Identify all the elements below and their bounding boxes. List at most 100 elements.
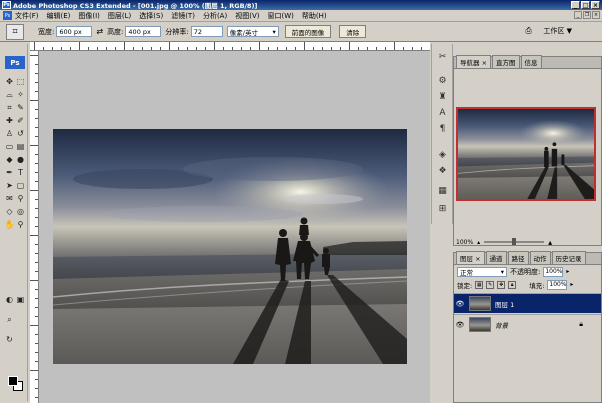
blend-mode-select[interactable]: 正常 ▾: [457, 266, 507, 277]
resolution-unit-select[interactable]: 像素/英寸 ▾: [226, 26, 279, 37]
zoom-slider[interactable]: [484, 238, 545, 245]
zoom-slider-knob[interactable]: [512, 238, 517, 245]
tab-layers[interactable]: 图层 ×: [456, 251, 485, 264]
menu-filter[interactable]: 滤镜(T): [171, 11, 195, 21]
magic-wand-icon[interactable]: ✧: [15, 89, 26, 100]
blur-tool-icon[interactable]: ◆: [4, 154, 15, 165]
info-icon[interactable]: ⊞: [436, 202, 449, 215]
zoom-out-icon[interactable]: ▴: [477, 239, 480, 246]
eye-icon[interactable]: 👁︎: [454, 321, 466, 329]
menu-layer[interactable]: 图层(L): [108, 11, 131, 21]
menu-analysis[interactable]: 分析(A): [203, 11, 227, 21]
doc-restore-icon[interactable]: ❐: [583, 11, 591, 19]
tab-histogram[interactable]: 直方图: [492, 55, 520, 68]
menu-select[interactable]: 选择(S): [139, 11, 163, 21]
hand-tool-icon[interactable]: ✋: [4, 219, 15, 230]
swap-dimensions-icon[interactable]: ⇄: [96, 27, 103, 36]
workspace-label[interactable]: 工作区 ▼: [543, 26, 572, 36]
tools-preset-icon[interactable]: ✂: [436, 50, 449, 63]
history-brush-icon[interactable]: ↺: [15, 128, 26, 139]
layer-name[interactable]: 图层 1: [495, 299, 601, 309]
tab-actions[interactable]: 动作: [529, 251, 551, 264]
tab-navigator[interactable]: 导航器 ×: [456, 55, 492, 68]
layer-row-layer1[interactable]: 👁︎ 图层 1: [454, 293, 601, 313]
shape-tool-icon[interactable]: ▢: [15, 180, 26, 191]
opacity-input[interactable]: 100%: [543, 266, 564, 277]
height-input[interactable]: 400 px: [125, 26, 162, 37]
marquee-tool-icon[interactable]: ⬚: [15, 76, 26, 87]
foreground-color-swatch[interactable]: [8, 376, 18, 386]
clone-source-icon[interactable]: ♜: [436, 90, 449, 103]
zoom-tool-icon[interactable]: ⚲: [15, 219, 26, 230]
vertical-ruler[interactable]: [30, 51, 39, 403]
path-select-icon[interactable]: ➤: [4, 180, 15, 191]
zoom-value[interactable]: 100%: [456, 239, 473, 246]
eye-icon[interactable]: 👁︎: [454, 300, 466, 308]
healing-brush-icon[interactable]: ✚: [4, 115, 15, 126]
3d-orbit-icon[interactable]: ◎: [15, 206, 26, 217]
layer-name[interactable]: 背景: [495, 320, 579, 330]
clear-button[interactable]: 清除: [339, 25, 367, 38]
crop-tool-preset-icon[interactable]: ⌗: [6, 23, 24, 40]
color-swatches[interactable]: [8, 376, 23, 391]
tab-info[interactable]: 信息: [520, 55, 542, 68]
opacity-arrow-icon[interactable]: ▸: [566, 268, 569, 275]
brushes-icon[interactable]: ⚙: [436, 74, 449, 87]
swatches-icon[interactable]: ◈: [436, 148, 449, 161]
3d-tool-icon[interactable]: ◇: [4, 206, 15, 217]
slice-tool-icon[interactable]: ✎: [15, 102, 26, 113]
fill-input[interactable]: 100%: [547, 279, 568, 290]
document-image[interactable]: [53, 129, 407, 364]
menu-file[interactable]: 文件(F): [15, 11, 39, 21]
ruler-tick: [124, 42, 125, 50]
styles-icon[interactable]: ❖: [436, 164, 449, 177]
menu-help[interactable]: 帮助(H): [302, 11, 327, 21]
minimize-icon[interactable]: _: [571, 1, 580, 9]
lock-image-icon[interactable]: ✎: [486, 280, 495, 289]
type-tool-icon[interactable]: T: [15, 167, 26, 178]
eraser-tool-icon[interactable]: ▭: [4, 141, 15, 152]
front-image-button[interactable]: 前面的图像: [284, 25, 332, 38]
menu-image[interactable]: 图像(I): [78, 11, 100, 21]
doc-minimize-icon[interactable]: _: [574, 11, 582, 19]
tab-paths[interactable]: 路径: [507, 251, 529, 264]
swap-colors-icon[interactable]: ↻: [4, 334, 15, 345]
menu-window[interactable]: 窗口(W): [267, 11, 293, 21]
character-icon[interactable]: A: [436, 106, 449, 119]
quick-mask-icon[interactable]: ◐: [4, 294, 15, 305]
screen-mode-icon[interactable]: ▣: [15, 294, 26, 305]
menu-edit[interactable]: 编辑(E): [47, 11, 71, 21]
tab-history[interactable]: 历史记录: [551, 251, 586, 264]
fill-arrow-icon[interactable]: ▸: [570, 281, 573, 288]
layer-row-background[interactable]: 👁︎ 背景 🔒︎: [454, 314, 601, 334]
lasso-tool-icon[interactable]: ⌓: [4, 89, 15, 100]
resolution-input[interactable]: 72: [190, 26, 223, 37]
zoom-in-icon[interactable]: ▴: [548, 238, 552, 247]
layer-comps-icon[interactable]: ▦: [436, 184, 449, 197]
bridge-icon[interactable]: ⎙: [525, 26, 539, 36]
canvas-area[interactable]: [39, 51, 430, 403]
lock-position-icon[interactable]: ✥: [497, 280, 506, 289]
width-input[interactable]: 600 px: [56, 26, 93, 37]
navigator-preview[interactable]: [456, 107, 596, 201]
dodge-tool-icon[interactable]: ●: [15, 154, 26, 165]
brush-tool-icon[interactable]: ✐: [15, 115, 26, 126]
maximize-icon[interactable]: □: [581, 1, 590, 9]
eyedropper-icon[interactable]: ⚲: [15, 193, 26, 204]
paragraph-icon[interactable]: ¶: [436, 122, 449, 135]
crop-tool-icon[interactable]: ⌗: [4, 102, 15, 113]
menu-view[interactable]: 视图(V): [235, 11, 259, 21]
lock-all-icon[interactable]: 🔒︎: [508, 280, 517, 289]
horizontal-ruler[interactable]: [30, 42, 430, 51]
notes-tool-icon[interactable]: ✉: [4, 193, 15, 204]
gradient-tool-icon[interactable]: ▤: [15, 141, 26, 152]
workspace-switcher[interactable]: ⎙ 工作区 ▼: [525, 26, 572, 36]
doc-close-icon[interactable]: ×: [592, 11, 600, 19]
close-icon[interactable]: ×: [591, 1, 600, 9]
pen-tool-icon[interactable]: ✒: [4, 167, 15, 178]
move-tool-icon[interactable]: ✥: [4, 76, 15, 87]
stamp-tool-icon[interactable]: ♙: [4, 128, 15, 139]
tab-channels[interactable]: 通道: [485, 251, 507, 264]
lock-transparent-icon[interactable]: ▦: [475, 280, 484, 289]
zoom-magnifier-icon[interactable]: ⌕: [4, 314, 15, 325]
